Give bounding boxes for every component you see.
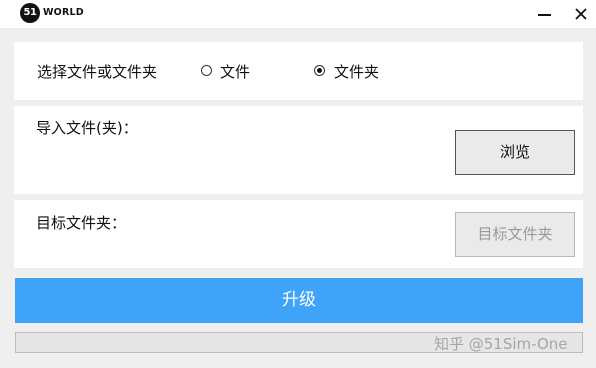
close-icon (575, 8, 587, 20)
radio-file-label[interactable]: 文件 (220, 61, 250, 82)
app-logo-badge: 51 (20, 3, 40, 23)
title-bar: 51 WORLD (0, 0, 596, 28)
source-select-label: 选择文件或文件夹 (37, 63, 158, 81)
minimize-button[interactable] (533, 4, 557, 24)
app-logo-wordmark: WORLD (43, 7, 84, 18)
watermark-text: 知乎 @51Sim-One (434, 335, 568, 353)
browse-button[interactable]: 浏览 (455, 130, 575, 175)
radio-file[interactable] (201, 65, 212, 76)
radio-folder[interactable] (314, 65, 325, 76)
import-label: 导入文件(夹)： (36, 119, 138, 137)
radio-folder-label[interactable]: 文件夹 (334, 61, 379, 82)
target-folder-label: 目标文件夹： (36, 214, 127, 232)
target-folder-button[interactable]: 目标文件夹 (455, 212, 575, 257)
upgrade-button[interactable]: 升级 (15, 278, 583, 323)
close-button[interactable] (569, 4, 593, 24)
